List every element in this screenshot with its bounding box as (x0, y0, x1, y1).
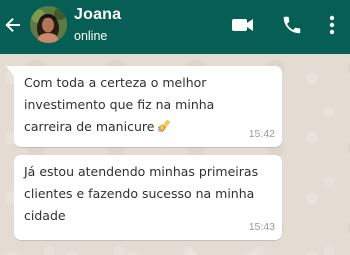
contact-name[interactable]: Joana (74, 6, 121, 24)
nail-polish-icon (157, 119, 171, 133)
video-call-icon[interactable] (231, 13, 255, 37)
message-bubble[interactable]: Com toda a certeza o melhor investimento… (6, 66, 282, 147)
message-time: 15:42 (248, 128, 275, 140)
message-text-content: Com toda a certeza o melhor investimento… (24, 75, 215, 134)
contact-status: online (74, 29, 108, 43)
message-time: 15:43 (248, 221, 275, 233)
chat-header: Joana online (0, 0, 350, 54)
avatar-photo (30, 6, 67, 43)
message-bubble[interactable]: Já estou atendendo minhas primeiras clie… (14, 155, 282, 240)
more-options-icon[interactable] (327, 13, 337, 37)
back-arrow-icon[interactable] (4, 15, 22, 35)
bubble-tail (6, 66, 14, 76)
phone-icon[interactable] (281, 13, 303, 37)
message-text: Com toda a certeza o melhor investimento… (24, 72, 260, 138)
message-text: Já estou atendendo minhas primeiras clie… (24, 164, 259, 223)
avatar[interactable] (30, 6, 67, 43)
